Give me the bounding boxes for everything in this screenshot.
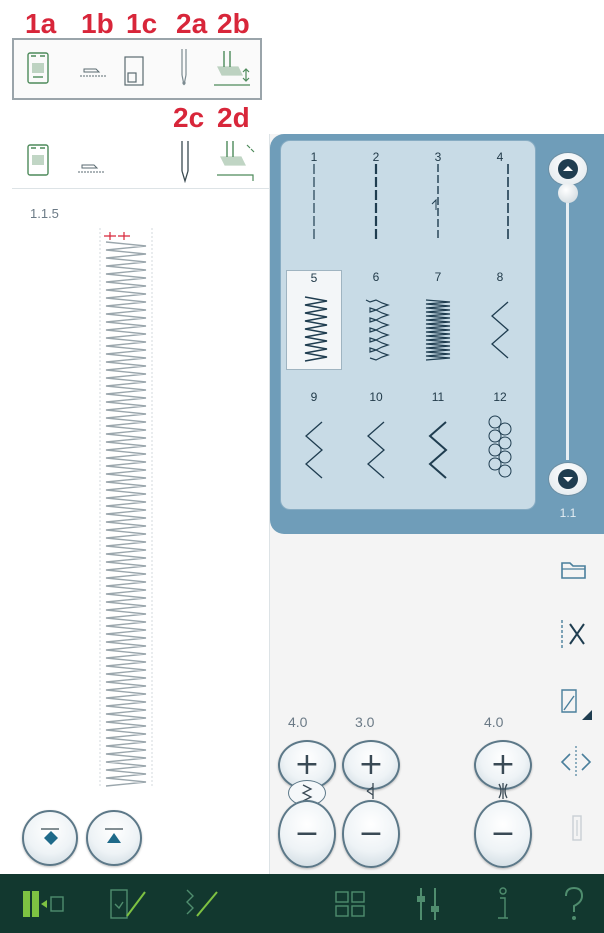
stitch-zigzag-wide-icon xyxy=(304,296,328,362)
stitch-plate-status-icon[interactable] xyxy=(76,160,106,176)
status-divider xyxy=(12,188,270,189)
stitch-9[interactable]: 9 xyxy=(286,390,342,490)
start-arrow-icon xyxy=(41,828,59,845)
needle-status-icon[interactable] xyxy=(176,138,194,184)
bobbin-area-icon xyxy=(122,52,146,88)
stitch-4[interactable]: 4 xyxy=(472,150,528,250)
width-minus-button[interactable]: − xyxy=(278,800,336,868)
stitch-zigzag-dense-icon xyxy=(425,299,451,361)
stitch-5[interactable]: 5 xyxy=(286,270,342,370)
stitch-straight-icon xyxy=(313,164,315,240)
scroll-down-button[interactable] xyxy=(548,462,588,496)
page-indicator: 1.1 xyxy=(559,506,577,520)
settings-icon[interactable] xyxy=(410,884,446,924)
status-strip-preview xyxy=(12,38,262,100)
stitch-start-button[interactable] xyxy=(22,810,78,866)
stitch-8[interactable]: 8 xyxy=(472,270,528,370)
width-value: 4.0 xyxy=(288,714,308,730)
stitch-straight-bold-icon xyxy=(374,164,378,240)
stitch-10[interactable]: 10 xyxy=(348,390,404,490)
stitch-1[interactable]: 1 xyxy=(286,150,342,250)
stitch-zigzag-3step-icon xyxy=(365,299,390,361)
stitch-preview-area xyxy=(96,228,166,788)
length-minus-button[interactable]: − xyxy=(342,800,400,868)
label-1b: 1b xyxy=(81,8,114,39)
info-icon[interactable] xyxy=(488,884,518,924)
scroll-track[interactable] xyxy=(566,192,569,460)
embroidery-edit-icon[interactable] xyxy=(106,884,152,924)
presser-foot-status-icon[interactable] xyxy=(212,138,260,184)
stitch-creator-icon[interactable] xyxy=(180,884,226,924)
stitch-7[interactable]: 7 xyxy=(410,270,466,370)
folder-icon[interactable] xyxy=(556,554,592,586)
position-value: 4.0 xyxy=(484,714,504,730)
position-minus-button[interactable]: − xyxy=(474,800,532,868)
mirror-icon[interactable] xyxy=(556,742,596,782)
length-value: 3.0 xyxy=(355,714,375,730)
label-1a: 1a xyxy=(25,8,57,39)
stitch-straight-right-icon xyxy=(507,164,509,240)
sewing-mode-icon[interactable] xyxy=(18,884,74,924)
lock-icon[interactable] xyxy=(562,808,592,848)
menu-grid-icon[interactable] xyxy=(332,888,368,920)
help-icon[interactable] xyxy=(556,884,592,924)
stitch-straight-triple-icon xyxy=(431,164,439,240)
label-2d: 2d xyxy=(217,102,250,133)
stitch-id-label: 1.1.5 xyxy=(30,206,59,221)
stitch-honeycomb-icon xyxy=(488,415,512,478)
stitch-plate-icon xyxy=(78,64,108,80)
presser-foot-icon xyxy=(210,46,254,92)
sewing-machine-status-icon[interactable] xyxy=(24,142,52,178)
edit-corner-icon[interactable] xyxy=(556,682,596,722)
label-2b: 2b xyxy=(217,8,250,39)
label-2a: 2a xyxy=(176,8,208,39)
chevron-down-icon xyxy=(558,469,578,489)
stitch-11[interactable]: 11 xyxy=(410,390,466,490)
stitch-12[interactable]: 12 xyxy=(472,390,528,490)
label-2c: 2c xyxy=(173,102,205,133)
stitch-zigzag-open-icon xyxy=(367,421,385,479)
stitch-zigzag-open-bold-icon xyxy=(428,421,448,479)
stitch-end-button[interactable] xyxy=(86,810,142,866)
chevron-up-icon xyxy=(558,159,578,179)
end-arrow-icon xyxy=(105,828,123,843)
stitch-zigzag-open-icon xyxy=(305,421,323,479)
scroll-thumb[interactable] xyxy=(558,183,578,203)
stitch-3[interactable]: 3 xyxy=(410,150,466,250)
scroll-up-button[interactable] xyxy=(548,152,588,186)
label-1c: 1c xyxy=(126,8,158,39)
thread-cutter-icon[interactable] xyxy=(556,614,592,654)
stitch-zigzag-narrow-icon xyxy=(491,301,509,359)
stitch-length-icon xyxy=(356,780,386,802)
stitch-2[interactable]: 2 xyxy=(348,150,404,250)
stitch-position-icon xyxy=(488,780,518,802)
stitch-6[interactable]: 6 xyxy=(348,270,404,370)
sewing-machine-icon xyxy=(24,50,52,86)
needle-icon xyxy=(174,46,194,90)
